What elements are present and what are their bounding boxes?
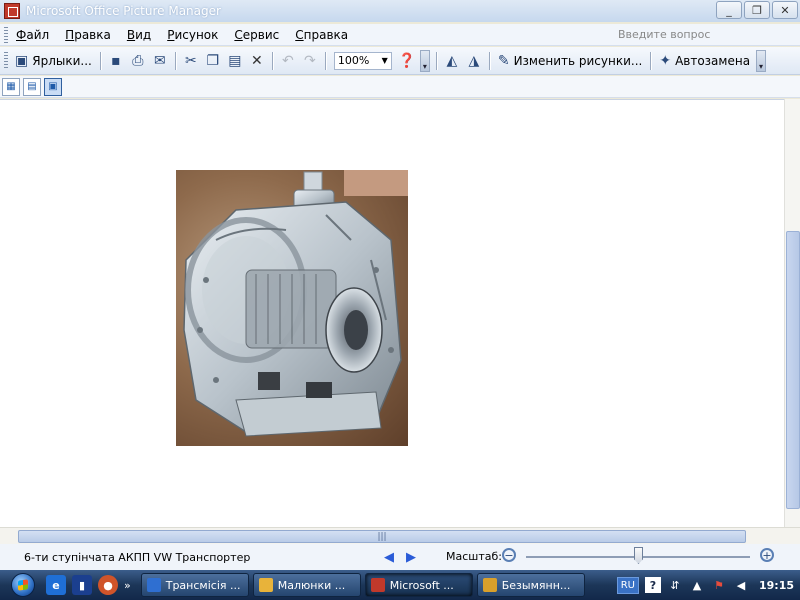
- menu-file[interactable]: Файл: [8, 28, 57, 42]
- network-icon[interactable]: ⇵: [667, 577, 683, 593]
- thumbnail-view-icon[interactable]: ▦: [2, 77, 20, 96]
- edit-pictures-label: Изменить рисунки...: [513, 53, 643, 68]
- shortcuts-icon: ▣: [15, 52, 29, 69]
- standard-toolbar: ▣ Ярлыки... ▪ ⎙ ✉ ✂ ❐ ▤ ✕ ↶ ↷ 100% ▼ ❓ ▾…: [0, 47, 800, 75]
- menu-help[interactable]: Справка: [287, 28, 356, 42]
- toolbar-grip[interactable]: [4, 51, 8, 70]
- toolbar-separator: [650, 51, 652, 70]
- zoom-label: Масштаб:: [446, 550, 502, 563]
- horizontal-scrollbar[interactable]: |||: [0, 527, 800, 544]
- help-search-input[interactable]: Введите вопрос: [616, 27, 792, 43]
- toolbar-separator: [271, 51, 273, 70]
- picture-manager-icon: [4, 3, 20, 19]
- taskbar-item-label: Малюнки ...: [277, 578, 346, 592]
- toolbar-options-button-2[interactable]: ▾: [756, 49, 767, 72]
- next-picture-icon[interactable]: ▶: [406, 550, 416, 565]
- status-bar: 6-ти ступінчата АКПП VW Транспортер ◀ ▶ …: [0, 544, 800, 570]
- redo-icon[interactable]: ↷: [299, 50, 321, 72]
- desktop-icon[interactable]: ▮: [72, 575, 92, 595]
- menu-tools[interactable]: Сервис: [226, 28, 287, 42]
- action-center-icon[interactable]: ⚑: [711, 577, 727, 593]
- paste-icon[interactable]: ▤: [224, 50, 246, 72]
- zoom-out-icon[interactable]: −: [502, 548, 516, 562]
- menu-edit[interactable]: Правка: [57, 28, 119, 42]
- email-icon[interactable]: ✉: [149, 50, 171, 72]
- shortcuts-button[interactable]: ▣ Ярлыки...: [11, 50, 96, 72]
- rotate-right-icon[interactable]: ◮: [463, 50, 485, 72]
- window-controls: _ ❐ ✕: [716, 1, 798, 19]
- title-bar: Microsoft Office Picture Manager _ ❐ ✕: [0, 0, 800, 22]
- start-button[interactable]: [6, 570, 40, 600]
- toolbar-separator: [488, 51, 490, 70]
- toolbar-separator: [324, 51, 326, 70]
- autocorrect-label: Автозамена: [675, 53, 751, 68]
- toolbar-options-button[interactable]: ▾: [419, 49, 430, 72]
- single-picture-view-icon[interactable]: ▣: [44, 77, 62, 96]
- picture-image[interactable]: [176, 170, 408, 446]
- undo-icon[interactable]: ↶: [277, 50, 299, 72]
- vertical-scrollbar[interactable]: [784, 99, 800, 527]
- cut-icon[interactable]: ✂: [180, 50, 202, 72]
- menu-bar: Файл Правка Вид Рисунок Сервис Справка В…: [0, 24, 800, 46]
- view-toolbar: ▦ ▤ ▣: [0, 76, 800, 98]
- autocorrect-button[interactable]: ✦ Автозамена: [655, 50, 754, 72]
- menu-view[interactable]: Вид: [119, 28, 159, 42]
- tray-expand-icon[interactable]: ▲: [689, 577, 705, 593]
- quicklaunch-more-icon[interactable]: »: [124, 579, 131, 592]
- taskbar-item-transmission[interactable]: Трансмісія ...: [140, 573, 249, 597]
- volume-icon[interactable]: ◀: [733, 577, 749, 593]
- folder-icon: [258, 578, 273, 592]
- toolbar-separator: [435, 51, 437, 70]
- autocorrect-icon: ✦: [659, 52, 672, 69]
- taskbar-item-pictures[interactable]: Малюнки ...: [252, 573, 361, 597]
- chevron-down-icon: ▼: [381, 56, 388, 65]
- toolbar-separator: [174, 51, 176, 70]
- edit-pictures-button[interactable]: ✎ Изменить рисунки...: [494, 50, 647, 72]
- copy-icon[interactable]: ❐: [202, 50, 224, 72]
- windows-logo-icon: [11, 573, 35, 597]
- taskbar-item-label: Трансмісія ...: [165, 578, 241, 592]
- media-player-icon[interactable]: ●: [98, 575, 118, 595]
- shortcuts-label: Ярлыки...: [32, 53, 92, 68]
- close-button[interactable]: ✕: [772, 1, 798, 19]
- zoom-slider-thumb[interactable]: [634, 547, 643, 564]
- print-icon[interactable]: ⎙: [127, 50, 149, 72]
- taskbar-item-picture-manager[interactable]: Microsoft ...: [364, 573, 473, 597]
- vertical-scroll-thumb[interactable]: [786, 231, 800, 509]
- taskbar-item-paint[interactable]: Безымянн...: [476, 573, 585, 597]
- picture-manager-icon: [370, 578, 385, 592]
- horizontal-scroll-thumb[interactable]: |||: [18, 530, 746, 543]
- toolbar-separator: [99, 51, 101, 70]
- help-tray-icon[interactable]: ?: [644, 577, 661, 593]
- minimize-button[interactable]: _: [716, 1, 742, 19]
- taskbar-item-label: Безымянн...: [501, 578, 571, 592]
- taskbar-item-label: Microsoft ...: [389, 578, 454, 592]
- taskbar: e ▮ ● » Трансмісія ... Малюнки ... Micro…: [0, 570, 800, 600]
- language-indicator[interactable]: RU: [616, 576, 639, 594]
- word-document-icon: [146, 578, 161, 592]
- save-icon[interactable]: ▪: [105, 50, 127, 72]
- gearbox-illustration: [183, 171, 402, 437]
- zoom-in-icon[interactable]: +: [760, 548, 774, 562]
- restore-button[interactable]: ❐: [744, 1, 770, 19]
- picture-filename: 6-ти ступінчата АКПП VW Транспортер: [24, 550, 251, 564]
- internet-explorer-icon[interactable]: e: [46, 575, 66, 595]
- system-tray: RU ? ⇵ ▲ ⚑ ◀ 19:15: [616, 570, 800, 600]
- picture-canvas: [0, 99, 784, 527]
- edit-pictures-icon: ✎: [497, 52, 510, 69]
- clock[interactable]: 19:15: [759, 579, 794, 592]
- help-icon[interactable]: ❓: [396, 50, 418, 72]
- delete-icon[interactable]: ✕: [246, 50, 268, 72]
- zoom-select[interactable]: 100% ▼: [333, 51, 392, 70]
- filmstrip-view-icon[interactable]: ▤: [23, 77, 41, 96]
- menu-picture[interactable]: Рисунок: [159, 28, 226, 42]
- paint-icon: [482, 578, 497, 592]
- rotate-left-icon[interactable]: ◭: [441, 50, 463, 72]
- zoom-value: 100%: [337, 54, 370, 67]
- window-title: Microsoft Office Picture Manager: [26, 4, 221, 18]
- previous-picture-icon[interactable]: ◀: [384, 550, 394, 565]
